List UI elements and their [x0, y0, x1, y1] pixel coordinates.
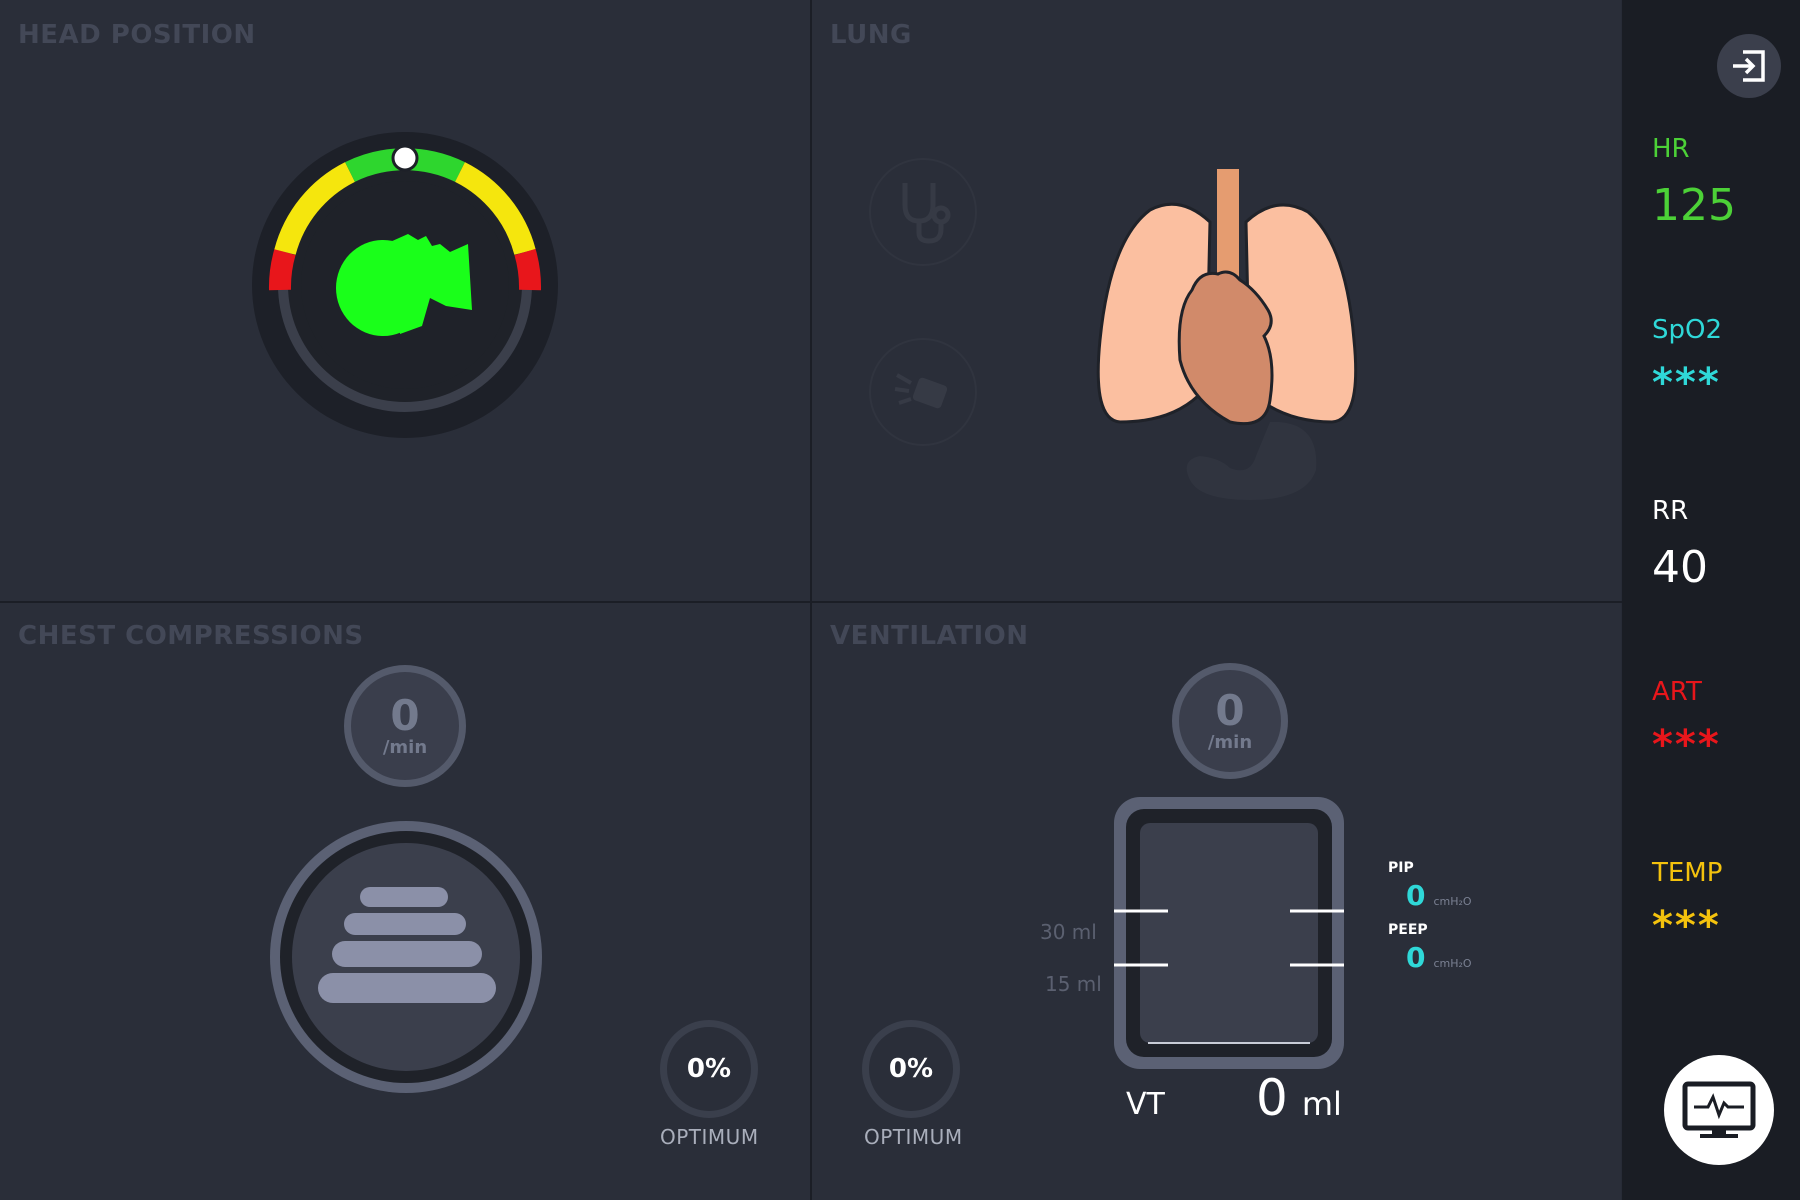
ventilation-optimum-display: 0% [862, 1020, 960, 1118]
ventilation-optimum-value: 0% [888, 1054, 934, 1084]
pip-value: 0 [1406, 879, 1426, 912]
tidal-volume-gauge [1114, 797, 1344, 1069]
head-position-title: HEAD POSITION [18, 20, 256, 50]
ventilation-title: VENTILATION [830, 621, 1029, 651]
temp-value: *** [1652, 903, 1721, 949]
ventilation-rate-display: 0 /min [1172, 663, 1288, 779]
temp-label: TEMP [1652, 858, 1723, 888]
peep-value: 0 [1406, 941, 1426, 974]
art-label: ART [1652, 677, 1702, 707]
volume-marker-30: 30 ml [1040, 920, 1097, 944]
stomach-shape [1186, 421, 1317, 500]
volume-marker-15: 15 ml [1045, 972, 1102, 996]
rr-value: 40 [1652, 542, 1708, 593]
vitals-sidebar: HR 125 SpO2 *** RR 40 ART *** TEMP *** [1622, 0, 1800, 1200]
pip-reading: 0 cmH₂O [1406, 879, 1472, 912]
ventilation-rate-value: 0 [1215, 685, 1245, 735]
vt-value: 0 [1256, 1069, 1288, 1127]
hr-label: HR [1652, 134, 1690, 164]
compression-optimum-label: OPTIMUM [660, 1125, 759, 1149]
head-position-panel: HEAD POSITION [0, 0, 811, 602]
ventilation-optimum-label: OPTIMUM [864, 1125, 963, 1149]
hr-value: 125 [1652, 180, 1736, 231]
vertical-divider [810, 0, 812, 1200]
art-value: *** [1652, 722, 1721, 768]
compression-optimum-display: 0% [660, 1020, 758, 1118]
peep-unit: cmH₂O [1433, 957, 1472, 970]
spo2-value: *** [1652, 360, 1721, 406]
depth-bar-1 [360, 887, 448, 907]
stethoscope-button[interactable] [869, 158, 977, 266]
suction-button[interactable] [869, 338, 977, 446]
depth-bar-2 [344, 913, 466, 935]
head-position-indicator [391, 144, 419, 172]
horizontal-divider [0, 601, 1622, 603]
chest-compressions-title: CHEST COMPRESSIONS [18, 621, 364, 651]
monitor-icon [1682, 1081, 1756, 1138]
vt-unit: ml [1301, 1085, 1342, 1123]
chest-compressions-panel: CHEST COMPRESSIONS 0 /min 0% OPTIMUM [0, 603, 811, 1200]
stethoscope-icon [902, 183, 951, 244]
compression-optimum-value: 0% [686, 1054, 732, 1084]
depth-bar-3 [332, 941, 482, 967]
compression-rate-value: 0 [390, 690, 420, 740]
exit-button[interactable] [1717, 34, 1781, 98]
rr-label: RR [1652, 496, 1689, 526]
trachea-shape [1215, 167, 1241, 279]
peep-reading: 0 cmH₂O [1406, 941, 1472, 974]
head-position-gauge [252, 132, 558, 438]
monitor-button[interactable] [1664, 1055, 1774, 1165]
pip-unit: cmH₂O [1433, 895, 1472, 908]
peep-label: PEEP [1388, 922, 1428, 938]
exit-icon [1733, 50, 1765, 82]
compression-depth-gauge [270, 821, 542, 1093]
lung-panel: LUNG [812, 0, 1621, 602]
compression-rate-display: 0 /min [344, 665, 466, 787]
compression-rate-unit: /min [382, 736, 428, 758]
lung-diagram [1096, 167, 1358, 500]
spo2-label: SpO2 [1652, 315, 1723, 345]
vt-reading: 0 ml [1256, 1069, 1342, 1127]
lung-title: LUNG [830, 20, 912, 50]
ventilation-rate-unit: /min [1207, 731, 1253, 753]
ventilation-panel: VENTILATION 0 /min 0% OPTIMUM 30 ml 15 m… [812, 603, 1621, 1200]
suction-icon [894, 373, 948, 409]
vt-label: VT [1126, 1087, 1165, 1122]
depth-bar-4 [318, 973, 496, 1003]
pip-label: PIP [1388, 860, 1414, 876]
